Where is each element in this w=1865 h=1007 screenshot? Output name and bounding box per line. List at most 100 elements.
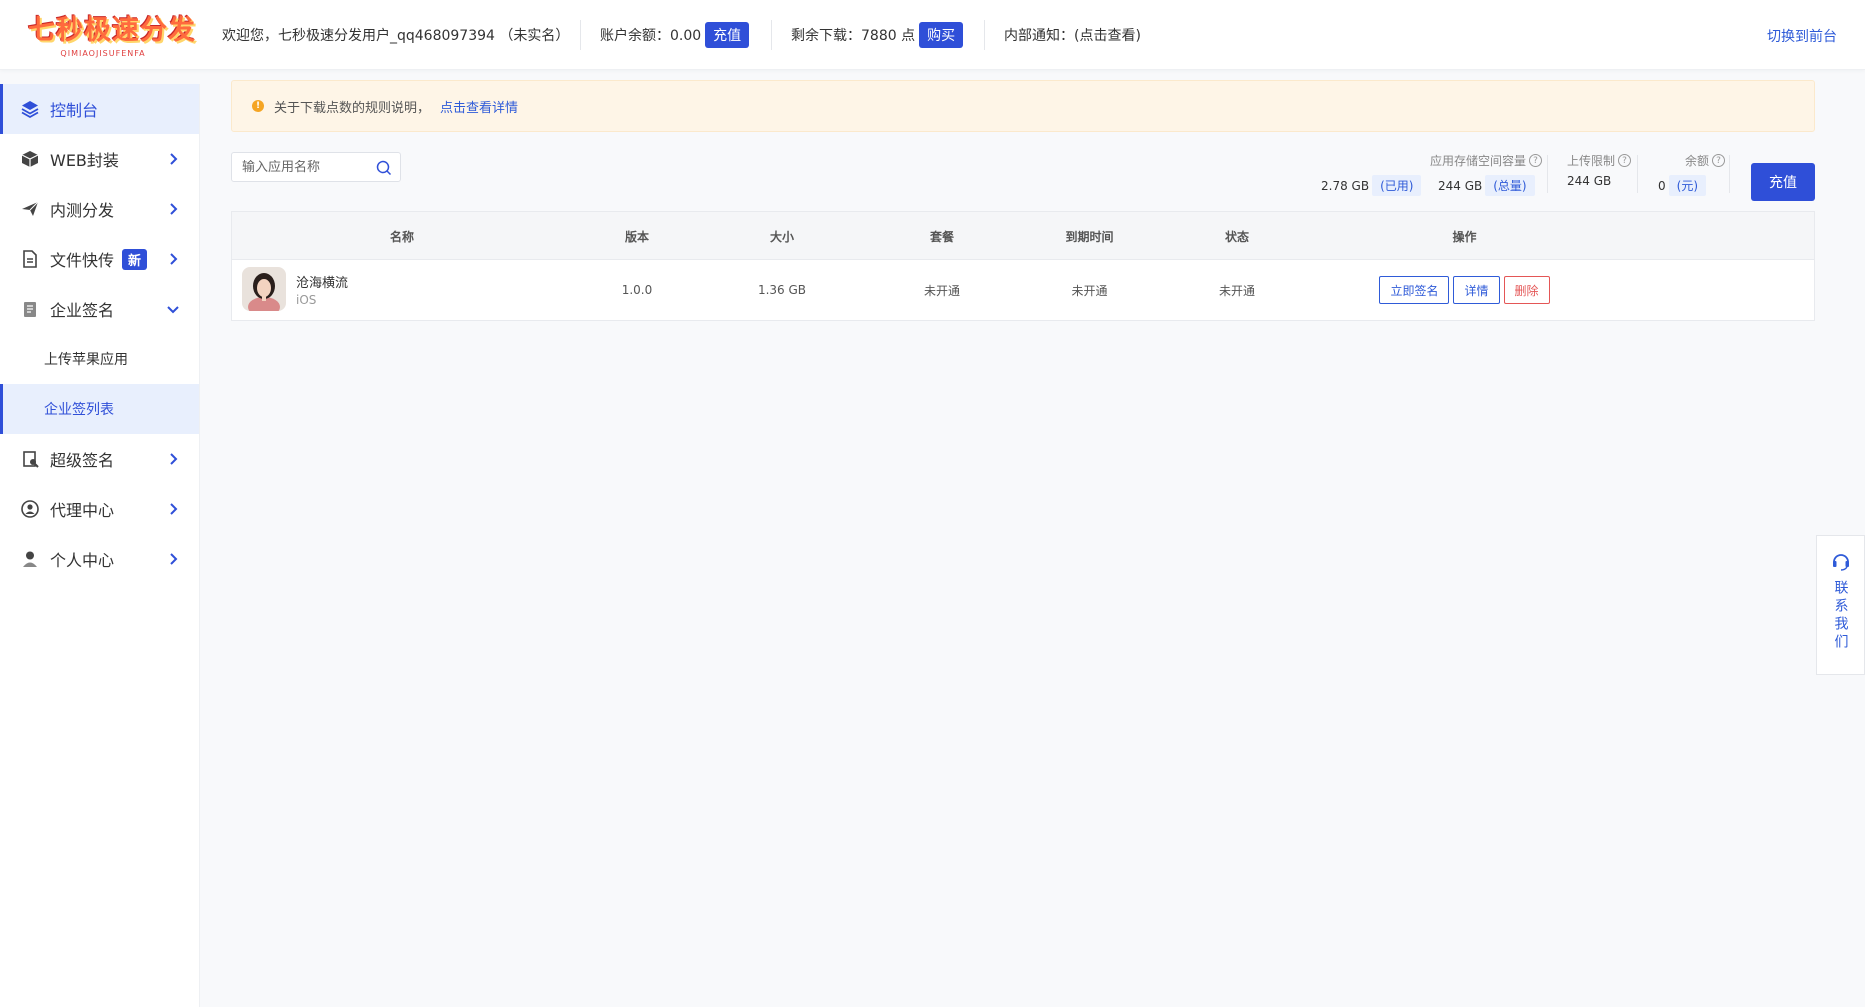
welcome-label: 欢迎您，七秒极速分发用户_qq468097394 （未实名） (222, 28, 570, 44)
chevron-right-icon (170, 453, 178, 465)
sidebar-subitem-enterprise-sign-list[interactable]: 企业签列表 (0, 384, 199, 434)
sidebar-item-beta-distribution[interactable]: 内测分发 (0, 184, 199, 234)
signature-icon (20, 449, 40, 469)
recharge-button[interactable]: 充值 (1751, 163, 1815, 201)
notice-detail-link[interactable]: 点击查看详情 (440, 97, 518, 116)
sidebar-item-agent-center[interactable]: 代理中心 (0, 484, 199, 534)
brand-logo[interactable]: 七秒极速分发 QIMIAOJISUFENFA (28, 8, 196, 62)
paper-plane-icon (20, 199, 40, 219)
chevron-right-icon (170, 203, 178, 215)
app-name[interactable]: 沧海横流 (296, 272, 348, 291)
switch-to-frontend-link[interactable]: 切换到前台 (1767, 26, 1837, 46)
sign-now-button[interactable]: 立即签名 (1379, 276, 1450, 304)
document-icon (20, 299, 40, 319)
new-badge: 新 (122, 248, 148, 270)
upload-limit-label: 上传限制 ? (1567, 152, 1632, 169)
storage-used-tag: (已用) (1372, 175, 1422, 196)
app-table: 名称 版本 大小 套餐 到期时间 状态 操作 沧海横流 iOS 1.0.0 1.… (231, 211, 1815, 321)
account-balance-value: 0 (元) (1658, 175, 1707, 196)
column-header-actions: 操作 (1452, 229, 1477, 244)
column-header-expire: 到期时间 (1065, 229, 1114, 244)
sidebar-item-enterprise-sign[interactable]: 企业签名 (0, 284, 199, 334)
sidebar-item-file-transfer[interactable]: 文件快传 新 (0, 234, 199, 284)
sidebar-item-label: 超级签名 (50, 451, 115, 470)
balance-unit-tag: (元) (1668, 175, 1707, 196)
storage-used-text: 2.78 GB (1321, 178, 1370, 193)
sidebar-item-dashboard[interactable]: 控制台 (0, 84, 199, 134)
chevron-down-icon (167, 306, 179, 314)
expire-cell: 未开通 (1071, 283, 1108, 298)
column-header-plan: 套餐 (929, 229, 954, 244)
buy-downloads-button[interactable]: 购买 (919, 22, 964, 48)
storage-capacity-label: 应用存储空间容量 ? (1430, 152, 1543, 169)
sidebar-item-super-sign[interactable]: 超级签名 (0, 434, 199, 484)
chevron-right-icon (170, 503, 178, 515)
help-icon[interactable]: ? (1618, 154, 1632, 167)
sidebar-item-label: 代理中心 (50, 501, 115, 520)
column-header-status: 状态 (1224, 229, 1249, 244)
delete-button[interactable]: 删除 (1503, 276, 1550, 304)
sidebar-item-label: 企业签名 (50, 301, 115, 320)
search-icon[interactable] (376, 160, 392, 176)
storage-total-tag: (总量) (1485, 175, 1535, 196)
table-header: 名称 版本 大小 套餐 到期时间 状态 操作 (232, 212, 1814, 260)
box-icon (20, 149, 40, 169)
notice-link-label: 内部通知：(点击查看) (1004, 28, 1141, 44)
help-icon[interactable]: ? (1712, 154, 1726, 167)
storage-total-text: 244 GB (1438, 178, 1483, 193)
app-search-input[interactable] (242, 159, 372, 175)
sidebar-item-label: WEB封装 (50, 151, 119, 170)
layers-icon (20, 99, 40, 119)
contact-us-float[interactable]: 联系我们 (1816, 535, 1865, 675)
storage-total-value: 244 GB (总量) (1438, 175, 1535, 196)
balance-recharge-button[interactable]: 充值 (705, 22, 750, 48)
header-divider (580, 20, 581, 50)
sidebar-item-label: 内测分发 (50, 201, 115, 220)
sidebar-item-web-wrap[interactable]: WEB封装 (0, 134, 199, 184)
upload-label-text: 上传限制 (1567, 154, 1616, 168)
size-cell: 1.36 GB (757, 283, 807, 297)
balance-value-text: 0 (1658, 178, 1666, 193)
stats-divider (1547, 155, 1548, 193)
balance-label-text: 余额 (1685, 154, 1710, 168)
contact-us-label: 联系我们 (1832, 580, 1849, 652)
notice-bar: ! 关于下载点数的规则说明， 点击查看详情 (231, 80, 1815, 132)
storage-used-value: 2.78 GB (已用) (1321, 175, 1422, 196)
status-cell: 未开通 (1218, 283, 1255, 298)
storage-label-text: 应用存储空间容量 (1430, 154, 1527, 168)
table-row: 沧海横流 iOS 1.0.0 1.36 GB 未开通 未开通 未开通 立即签名 … (232, 260, 1814, 320)
chevron-right-icon (170, 553, 178, 565)
internal-notice-link[interactable]: 内部通知：(点击查看) (1004, 22, 1141, 48)
sidebar-item-label: 文件快传 (50, 251, 115, 270)
sidebar-item-label: 个人中心 (50, 551, 115, 570)
upload-limit-value: 244 GB (1567, 174, 1611, 188)
app-icon (242, 267, 286, 311)
logo-text: 七秒极速分发 (28, 15, 196, 46)
headset-icon (1832, 554, 1849, 571)
logo-subtext: QIMIAOJISUFENFA (60, 49, 146, 58)
account-balance: 账户余额：0.00 充值 (600, 22, 750, 48)
app-name-cell: 沧海横流 iOS (242, 267, 348, 311)
chevron-right-icon (170, 253, 178, 265)
stats-divider (1637, 155, 1638, 193)
agent-icon (20, 499, 40, 519)
chevron-right-icon (170, 153, 178, 165)
help-icon[interactable]: ? (1529, 154, 1543, 167)
column-header-size: 大小 (769, 229, 794, 244)
upload-value-text: 244 GB (1567, 174, 1612, 188)
account-balance-label: 余额 ? (1685, 152, 1726, 169)
plan-cell: 未开通 (923, 283, 960, 298)
sidebar-subitem-upload-apple-app[interactable]: 上传苹果应用 (0, 334, 199, 384)
notice-text: 关于下载点数的规则说明， (274, 100, 431, 116)
balance-label: 账户余额：0.00 (600, 28, 702, 44)
actions-cell: 立即签名 详情 删除 (1317, 260, 1612, 320)
warning-icon: ! (252, 100, 264, 112)
details-button[interactable]: 详情 (1453, 276, 1500, 304)
sidebar-subitem-label: 企业签列表 (44, 402, 114, 418)
app-search-box (231, 152, 401, 182)
sidebar-subitem-label: 上传苹果应用 (44, 352, 128, 368)
sidebar-item-personal-center[interactable]: 个人中心 (0, 534, 199, 584)
remaining-downloads: 剩余下载：7880 点 购买 (791, 22, 964, 48)
column-header-version: 版本 (624, 229, 649, 244)
stats-divider (1729, 155, 1730, 193)
